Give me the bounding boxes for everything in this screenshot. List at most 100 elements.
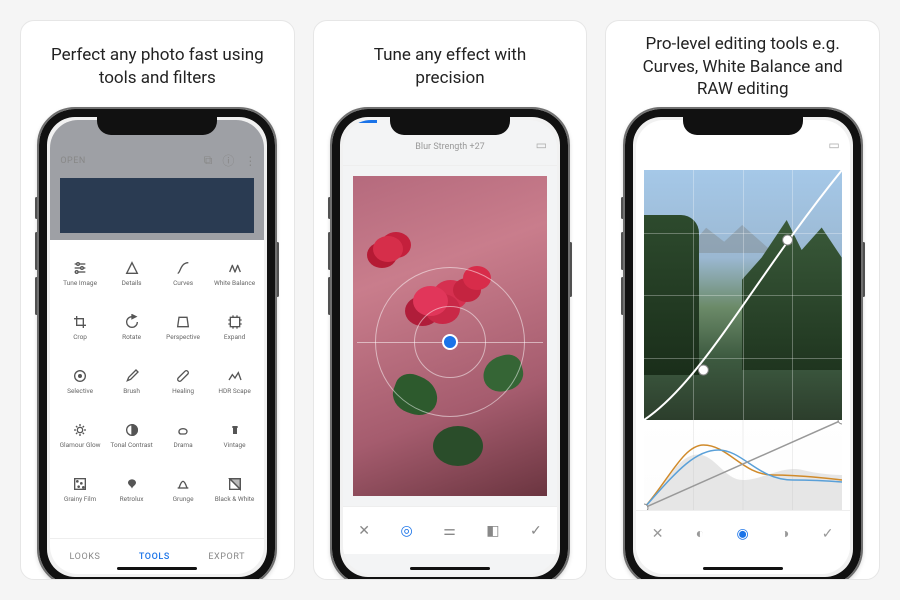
- perspective-icon: [174, 313, 192, 331]
- tool-label: Glamour Glow: [60, 442, 101, 449]
- open-button[interactable]: OPEN: [60, 156, 85, 166]
- compare-icon[interactable]: ▭: [536, 138, 547, 152]
- target-icon[interactable]: ◎: [400, 523, 412, 539]
- target-icon: [71, 367, 89, 385]
- brush-icon: [123, 367, 141, 385]
- triangle-icon: [123, 259, 141, 277]
- tool-label: Black & White: [215, 496, 255, 503]
- tool-label: Healing: [172, 388, 194, 395]
- tool-vintage[interactable]: Vintage: [209, 408, 261, 462]
- tool-label: Grainy Film: [64, 496, 96, 503]
- crop-icon: [71, 313, 89, 331]
- hdr-icon: [226, 367, 244, 385]
- tool-label: White Balance: [214, 280, 255, 287]
- close-icon[interactable]: ✕: [358, 523, 370, 539]
- compare-icon[interactable]: ▭: [828, 138, 839, 152]
- slider-label: Blur Strength +27: [415, 142, 484, 152]
- tool-brush[interactable]: Brush: [106, 354, 158, 408]
- tool-selective[interactable]: Selective: [54, 354, 106, 408]
- tool-label: Crop: [73, 334, 87, 341]
- tune-icon[interactable]: ⚌: [443, 523, 456, 539]
- tool-rotate[interactable]: Rotate: [106, 300, 158, 354]
- tool-label: Expand: [224, 334, 245, 341]
- tool-expand[interactable]: Expand: [209, 300, 261, 354]
- tool-grainy-film[interactable]: Grainy Film: [54, 462, 106, 516]
- expand-icon: [226, 313, 244, 331]
- tool-black-white[interactable]: Black & White: [209, 462, 261, 516]
- sliders-icon: [71, 259, 89, 277]
- tab-looks[interactable]: LOOKS: [70, 552, 101, 562]
- tool-white-balance[interactable]: White Balance: [209, 246, 261, 300]
- card-caption: Perfect any photo fast using tools and f…: [21, 21, 294, 107]
- curve-line[interactable]: [644, 170, 842, 420]
- tool-label: HDR Scape: [218, 388, 250, 395]
- info-icon[interactable]: ⓘ: [222, 152, 234, 169]
- rotate-icon: [123, 313, 141, 331]
- progress-bar: [343, 120, 377, 123]
- card-caption: Tune any effect with precision: [314, 21, 587, 107]
- phone-mockup-3: ▭: [623, 107, 863, 580]
- tool-details[interactable]: Details: [106, 246, 158, 300]
- tool-retrolux[interactable]: Retrolux: [106, 462, 158, 516]
- mask-icon[interactable]: ◧: [486, 523, 499, 539]
- tool-label: Tonal Contrast: [110, 442, 152, 449]
- tool-label: Curves: [173, 280, 193, 287]
- tool-label: Details: [122, 280, 142, 287]
- editor-toolbar: ✕ ◎ ⚌ ◧ ✓: [343, 506, 557, 554]
- film-icon: [71, 475, 89, 493]
- luminance-icon[interactable]: ◐: [696, 525, 704, 542]
- grunge-icon: [174, 475, 192, 493]
- tool-drama[interactable]: Drama: [157, 408, 209, 462]
- check-icon[interactable]: ✓: [530, 523, 542, 539]
- tool-tonal-contrast[interactable]: Tonal Contrast: [106, 408, 158, 462]
- photo-canvas[interactable]: [353, 176, 547, 496]
- bandage-icon: [174, 367, 192, 385]
- tool-label: Drama: [174, 442, 193, 449]
- tool-curves[interactable]: Curves: [157, 246, 209, 300]
- tab-export[interactable]: EXPORT: [208, 552, 245, 562]
- focus-point[interactable]: [442, 334, 458, 350]
- tool-tune-image[interactable]: Tune Image: [54, 246, 106, 300]
- contrast-icon[interactable]: ◑: [781, 525, 789, 542]
- check-icon[interactable]: ✓: [822, 526, 834, 542]
- tool-label: Tune Image: [63, 280, 97, 287]
- screenshot-card-1: Perfect any photo fast using tools and f…: [20, 20, 295, 580]
- screenshot-card-3: Pro-level editing tools e.g. Curves, Whi…: [605, 20, 880, 580]
- tool-label: Brush: [123, 388, 140, 395]
- close-icon[interactable]: ✕: [652, 526, 664, 542]
- card-caption: Pro-level editing tools e.g. Curves, Whi…: [606, 21, 879, 107]
- photo-preview[interactable]: [60, 178, 254, 233]
- tonal-icon: [123, 421, 141, 439]
- glow-icon: [71, 421, 89, 439]
- curves-toolbar: ✕ ◐ ◉ ◑ ✓: [636, 510, 850, 556]
- tool-label: Retrolux: [120, 496, 144, 503]
- tool-label: Grunge: [173, 496, 194, 503]
- layers-icon[interactable]: ⧉: [204, 153, 213, 168]
- tab-tools[interactable]: TOOLS: [139, 552, 170, 562]
- tool-grunge[interactable]: Grunge: [157, 462, 209, 516]
- tool-label: Perspective: [166, 334, 200, 341]
- vintage-icon: [226, 421, 244, 439]
- tool-glamour-glow[interactable]: Glamour Glow: [54, 408, 106, 462]
- bw-icon: [226, 475, 244, 493]
- phone-mockup-1: OPEN ⧉ ⓘ ⋮ Tune Image Details Curves White …: [37, 107, 277, 580]
- app-header: OPEN ⧉ ⓘ ⋮: [50, 120, 264, 240]
- channel-icon[interactable]: ◉: [737, 526, 749, 542]
- phone-mockup-2: Blur Strength +27 ▭ ✕ ◎ ⚌: [330, 107, 570, 580]
- photo-canvas[interactable]: [644, 170, 842, 420]
- more-icon[interactable]: ⋮: [244, 154, 256, 168]
- tool-crop[interactable]: Crop: [54, 300, 106, 354]
- retro-icon: [123, 475, 141, 493]
- tool-perspective[interactable]: Perspective: [157, 300, 209, 354]
- histogram: [644, 420, 842, 510]
- wb-icon: [226, 259, 244, 277]
- tool-label: Selective: [67, 388, 93, 395]
- curve-icon: [174, 259, 192, 277]
- tools-grid: Tune Image Details Curves White Balance Crop…: [50, 240, 264, 538]
- tool-healing[interactable]: Healing: [157, 354, 209, 408]
- tool-hdr-scape[interactable]: HDR Scape: [209, 354, 261, 408]
- tool-label: Rotate: [122, 334, 141, 341]
- tool-label: Vintage: [224, 442, 246, 449]
- screenshot-card-2: Tune any effect with precision Blur Stre…: [313, 20, 588, 580]
- drama-icon: [174, 421, 192, 439]
